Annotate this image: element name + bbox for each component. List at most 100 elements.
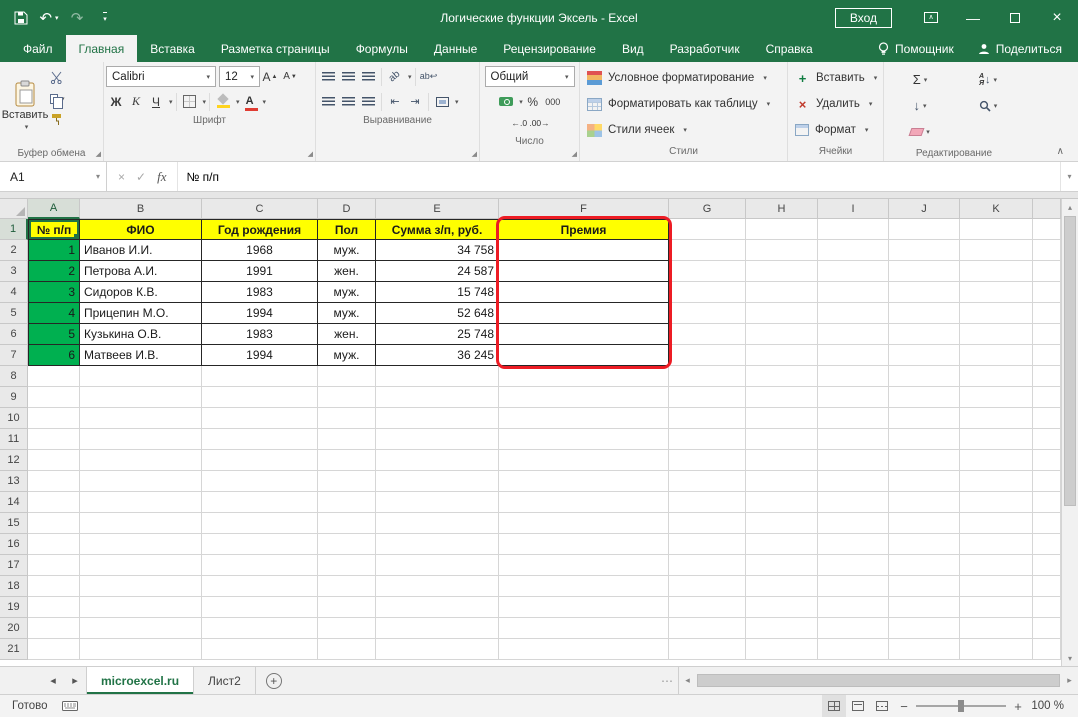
cell-D17[interactable] — [318, 555, 376, 576]
cell-H16[interactable] — [746, 534, 818, 555]
cell-J1[interactable] — [889, 219, 960, 240]
cell-E6[interactable]: 25 748 — [376, 324, 499, 345]
cell-E8[interactable] — [376, 366, 499, 387]
cell-E4[interactable]: 15 748 — [376, 282, 499, 303]
cell-F1[interactable]: Премия — [499, 219, 669, 240]
cell-E5[interactable]: 52 648 — [376, 303, 499, 324]
cell-F11[interactable] — [499, 429, 669, 450]
cell-I2[interactable] — [818, 240, 889, 261]
cell-F6[interactable] — [499, 324, 669, 345]
cell-B20[interactable] — [80, 618, 202, 639]
zoom-slider-handle[interactable] — [958, 700, 964, 712]
row-header-20[interactable]: 20 — [0, 618, 28, 639]
cell-B7[interactable]: Матвеев И.В. — [80, 345, 202, 366]
font-name-select[interactable]: Calibri▾ — [106, 66, 216, 87]
cell-G4[interactable] — [669, 282, 746, 303]
cell-K2[interactable] — [960, 240, 1033, 261]
cell-K11[interactable] — [960, 429, 1033, 450]
align-bottom-button[interactable] — [358, 66, 378, 87]
cell-A12[interactable] — [28, 450, 80, 471]
ribbon-tab-developer[interactable]: Разработчик — [657, 35, 753, 62]
cell-B18[interactable] — [80, 576, 202, 597]
vertical-scroll-thumb[interactable] — [1064, 216, 1076, 506]
cell-H3[interactable] — [746, 261, 818, 282]
merge-center-button[interactable] — [432, 91, 452, 112]
cell-F3[interactable] — [499, 261, 669, 282]
cell-E10[interactable] — [376, 408, 499, 429]
cell-J12[interactable] — [889, 450, 960, 471]
cell-G12[interactable] — [669, 450, 746, 471]
insert-function-button[interactable]: fx — [157, 169, 166, 185]
conditional-formatting-button[interactable]: Условное форматирование▾ — [582, 65, 785, 91]
cell-H11[interactable] — [746, 429, 818, 450]
cell-D2[interactable]: муж. — [318, 240, 376, 261]
column-header-K[interactable]: K — [960, 199, 1033, 219]
ribbon-tab-help[interactable]: Справка — [753, 35, 826, 62]
cell-I7[interactable] — [818, 345, 889, 366]
formula-input[interactable]: № п/п — [178, 162, 1060, 191]
cell-J14[interactable] — [889, 492, 960, 513]
clear-button[interactable]: ▾ — [886, 120, 954, 143]
cell-E18[interactable] — [376, 576, 499, 597]
cell-J15[interactable] — [889, 513, 960, 534]
cell-H4[interactable] — [746, 282, 818, 303]
column-header-D[interactable]: D — [318, 199, 376, 219]
ribbon-tab-insert[interactable]: Вставка — [137, 35, 208, 62]
insert-cells-button[interactable]: +Вставить▾ — [790, 65, 881, 91]
cell-F16[interactable] — [499, 534, 669, 555]
cell-G11[interactable] — [669, 429, 746, 450]
minimize-button[interactable]: — — [952, 0, 994, 35]
cell-I4[interactable] — [818, 282, 889, 303]
cell-C10[interactable] — [202, 408, 318, 429]
cell-K10[interactable] — [960, 408, 1033, 429]
cell-K9[interactable] — [960, 387, 1033, 408]
page-break-view-button[interactable] — [870, 695, 894, 717]
row-header-14[interactable]: 14 — [0, 492, 28, 513]
sheet-nav-left-arrow[interactable]: ◂ — [42, 667, 64, 694]
cell-K18[interactable] — [960, 576, 1033, 597]
column-header-A[interactable]: A — [28, 199, 80, 219]
cell-B15[interactable] — [80, 513, 202, 534]
cell-I20[interactable] — [818, 618, 889, 639]
cell-D8[interactable] — [318, 366, 376, 387]
cell-F20[interactable] — [499, 618, 669, 639]
sheet-tab-microexcel-ru[interactable]: microexcel.ru — [86, 667, 194, 694]
cell-B8[interactable] — [80, 366, 202, 387]
cell-I19[interactable] — [818, 597, 889, 618]
row-header-8[interactable]: 8 — [0, 366, 28, 387]
row-header-15[interactable]: 15 — [0, 513, 28, 534]
cell-F7[interactable] — [499, 345, 669, 366]
cell-H8[interactable] — [746, 366, 818, 387]
cell-A5[interactable]: 4 — [28, 303, 80, 324]
align-right-button[interactable] — [358, 91, 378, 112]
select-all-button[interactable] — [0, 199, 28, 219]
cell-C13[interactable] — [202, 471, 318, 492]
scroll-down-arrow[interactable]: ▾ — [1062, 650, 1078, 666]
cell-K17[interactable] — [960, 555, 1033, 576]
cell-C12[interactable] — [202, 450, 318, 471]
cell-H15[interactable] — [746, 513, 818, 534]
cell-J4[interactable] — [889, 282, 960, 303]
cell-K20[interactable] — [960, 618, 1033, 639]
alignment-dialog-launcher[interactable]: ◢ — [472, 150, 477, 158]
cell-C21[interactable] — [202, 639, 318, 660]
cell-G7[interactable] — [669, 345, 746, 366]
fill-button[interactable]: ↓▾ — [886, 94, 954, 117]
cancel-entry-icon[interactable]: × — [118, 170, 125, 184]
cell-I1[interactable] — [818, 219, 889, 240]
cell-I10[interactable] — [818, 408, 889, 429]
italic-button[interactable]: К — [126, 91, 146, 112]
cell-I8[interactable] — [818, 366, 889, 387]
cell-C14[interactable] — [202, 492, 318, 513]
cell-D21[interactable] — [318, 639, 376, 660]
share-button[interactable]: Поделиться — [978, 42, 1062, 56]
cell-G14[interactable] — [669, 492, 746, 513]
cell-H2[interactable] — [746, 240, 818, 261]
cell-E11[interactable] — [376, 429, 499, 450]
cell-H13[interactable] — [746, 471, 818, 492]
cell-D14[interactable] — [318, 492, 376, 513]
ribbon-tab-formulas[interactable]: Формулы — [343, 35, 421, 62]
cell-E15[interactable] — [376, 513, 499, 534]
column-header-F[interactable]: F — [499, 199, 669, 219]
cell-I13[interactable] — [818, 471, 889, 492]
